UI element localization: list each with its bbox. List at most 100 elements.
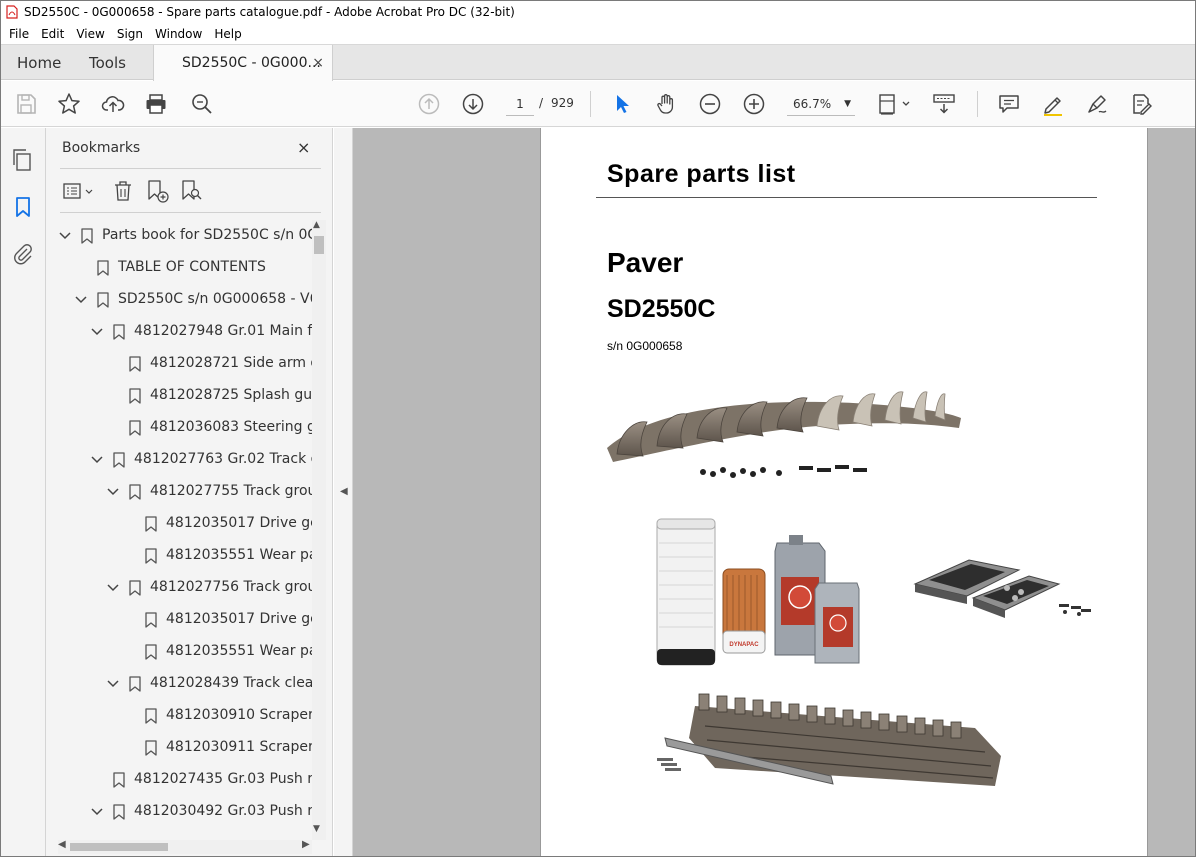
divider: [60, 212, 321, 213]
bookmark-item[interactable]: 4812027763 Gr.02 Track gro: [46, 444, 312, 476]
edit-document-icon[interactable]: [1129, 92, 1153, 116]
select-cursor-icon[interactable]: [610, 92, 634, 116]
page-fit-icon[interactable]: [877, 92, 913, 116]
scroll-down-icon[interactable]: ▼: [313, 824, 320, 834]
close-panel-button[interactable]: ×: [297, 138, 310, 157]
menu-view[interactable]: View: [70, 27, 110, 41]
chevron-down-icon[interactable]: [75, 294, 87, 306]
comment-icon[interactable]: [997, 92, 1021, 116]
window-title: SD2550C - 0G000658 - Spare parts catalog…: [24, 5, 515, 19]
bookmark-item[interactable]: 4812030910 Scraper, l: [46, 700, 312, 732]
bookmark-icon: [97, 292, 109, 308]
scroll-left-icon[interactable]: ◀: [58, 839, 66, 850]
bookmarks-title: Bookmarks: [62, 140, 141, 156]
bookmark-item[interactable]: 4812027435 Gr.03 Push roll: [46, 764, 312, 796]
bookmark-label: 4812030910 Scraper, l: [166, 707, 312, 723]
print-icon[interactable]: [144, 92, 168, 116]
bookmark-icon: [129, 388, 141, 404]
zoom-level-select[interactable]: 66.7% ▼: [787, 92, 855, 116]
tab-close-button[interactable]: ×: [312, 45, 324, 81]
bookmark-label: 4812027756 Track group: [150, 579, 312, 595]
bookmark-item[interactable]: 4812028439 Track cleane: [46, 668, 312, 700]
chevron-down-icon[interactable]: [91, 326, 103, 338]
zoom-in-icon[interactable]: [742, 92, 766, 116]
bookmark-item[interactable]: 4812030911 Scraper, r: [46, 732, 312, 764]
chevron-down-icon: ▼: [844, 99, 851, 109]
bookmark-item[interactable]: 4812028725 Splash guar: [46, 380, 312, 412]
bookmark-item[interactable]: 4812028721 Side arm gu: [46, 348, 312, 380]
bookmark-item[interactable]: 4812030492 Gr.03 Push roll: [46, 796, 312, 828]
toolbar-divider: [977, 91, 978, 117]
scrollbar-thumb[interactable]: [314, 236, 324, 254]
bookmarks-vertical-scrollbar[interactable]: ▲ ▼: [312, 220, 326, 840]
scroll-right-icon[interactable]: ▶: [302, 839, 310, 850]
chevron-down-icon[interactable]: [107, 486, 119, 498]
bookmark-item[interactable]: 4812027755 Track group: [46, 476, 312, 508]
bookmark-item[interactable]: 4812035017 Drive gea: [46, 604, 312, 636]
hand-tool-icon[interactable]: [654, 92, 678, 116]
bookmark-item[interactable]: 4812027948 Gr.01 Main fra: [46, 316, 312, 348]
bookmark-panel-icon[interactable]: [11, 195, 35, 219]
auger-photo: [607, 391, 961, 478]
star-icon[interactable]: [57, 92, 81, 116]
menu-file[interactable]: File: [3, 27, 35, 41]
add-bookmark-icon[interactable]: [144, 178, 170, 204]
bookmark-label: 4812028439 Track cleane: [150, 675, 312, 691]
chevron-down-icon[interactable]: [59, 230, 71, 242]
highlight-pen-icon[interactable]: [1041, 92, 1065, 116]
options-menu-icon[interactable]: [62, 178, 96, 204]
bookmark-item[interactable]: SD2550C s/n 0G000658 - V60: [46, 284, 312, 316]
bookmark-label: 4812028725 Splash guar: [150, 387, 312, 403]
cloud-upload-icon[interactable]: [101, 92, 125, 116]
track-pads-photo: [913, 559, 1091, 618]
menu-edit[interactable]: Edit: [35, 27, 70, 41]
acrobat-window: SD2550C - 0G000658 - Spare parts catalog…: [0, 0, 1196, 857]
scrollbar-thumb[interactable]: [70, 843, 168, 851]
find-zoom-icon[interactable]: [190, 92, 214, 116]
menu-help[interactable]: Help: [208, 27, 247, 41]
document-view[interactable]: Spare parts list Paver SD2550C s/n 0G000…: [353, 128, 1195, 856]
menu-sign[interactable]: Sign: [111, 27, 149, 41]
delete-icon[interactable]: [110, 178, 136, 204]
bookmark-item[interactable]: 4812035551 Wear par: [46, 540, 312, 572]
scroll-mode-icon[interactable]: [932, 92, 956, 116]
menu-window[interactable]: Window: [149, 27, 208, 41]
find-bookmark-icon[interactable]: [178, 178, 204, 204]
sign-icon[interactable]: [1085, 92, 1109, 116]
bookmark-item[interactable]: 4812036083 Steering gu: [46, 412, 312, 444]
bookmark-item[interactable]: 4812035551 Wear par: [46, 636, 312, 668]
bookmarks-horizontal-scrollbar[interactable]: ◀ ▶: [58, 839, 312, 854]
toolbar-divider: [590, 91, 591, 117]
next-page-icon[interactable]: [461, 92, 485, 116]
chevron-down-icon[interactable]: [107, 582, 119, 594]
scroll-up-icon[interactable]: ▲: [313, 220, 320, 230]
save-icon[interactable]: [14, 92, 38, 116]
previous-page-icon[interactable]: [417, 92, 441, 116]
bookmark-item[interactable]: 4812027756 Track group: [46, 572, 312, 604]
tab-home[interactable]: Home: [17, 45, 61, 81]
tab-document[interactable]: SD2550C - 0G000... ×: [153, 45, 333, 81]
bookmark-item[interactable]: 4812035017 Drive gea: [46, 508, 312, 540]
chevron-down-icon[interactable]: [107, 678, 119, 690]
tab-tools[interactable]: Tools: [89, 45, 126, 81]
bookmark-icon: [113, 324, 125, 340]
bookmark-label: 4812030492 Gr.03 Push roll: [134, 803, 312, 819]
collapse-panel-icon[interactable]: ◀: [340, 486, 348, 497]
chevron-down-icon[interactable]: [91, 454, 103, 466]
bookmark-label: 4812027763 Gr.02 Track gro: [134, 451, 312, 467]
zoom-out-icon[interactable]: [698, 92, 722, 116]
chevron-down-icon[interactable]: [91, 806, 103, 818]
menu-bar: File Edit View Sign Window Help: [1, 23, 1195, 44]
panel-splitter[interactable]: ◀: [334, 128, 353, 856]
bookmark-icon: [113, 452, 125, 468]
bookmark-item[interactable]: TABLE OF CONTENTS: [46, 252, 312, 284]
brand-label: DYNAPAC: [729, 642, 759, 648]
bookmark-label: 4812035551 Wear par: [166, 547, 312, 563]
page-number-input[interactable]: [506, 92, 534, 116]
attachment-icon[interactable]: [11, 242, 35, 266]
bookmark-item[interactable]: 4812027643 Hydraulic: [46, 828, 312, 830]
page-thumbnails-icon[interactable]: [11, 148, 35, 172]
bookmark-item[interactable]: Parts book for SD2550C s/n 0G0: [46, 220, 312, 252]
model-name: SD2550C: [607, 295, 716, 323]
bookmarks-panel: Bookmarks × Parts book for SD2550C s/n 0…: [46, 128, 333, 856]
